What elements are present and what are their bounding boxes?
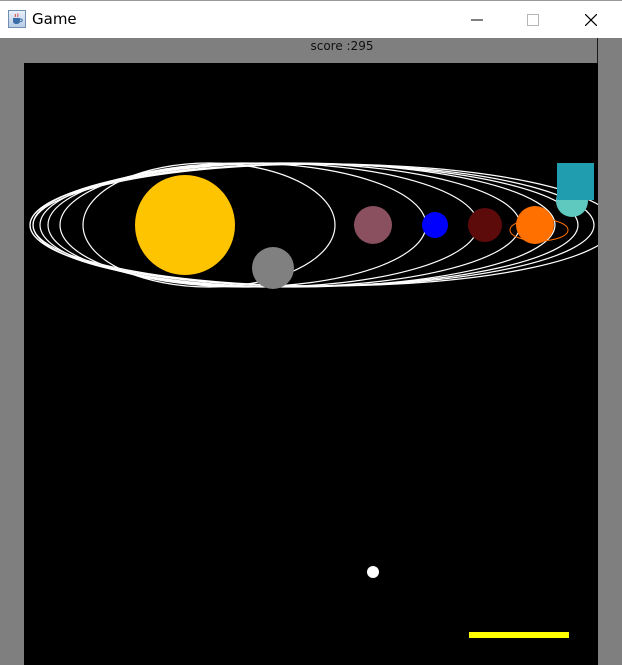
sun [135,175,235,275]
maximize-button[interactable] [510,1,556,38]
minimize-icon [471,19,483,21]
java-cup-icon [8,10,26,28]
window-title: Game [32,10,77,28]
ball [367,566,379,578]
gray-planet [252,247,294,289]
mauve-planet [354,206,392,244]
close-icon [585,14,597,26]
game-window: Game score :295 [0,0,622,665]
minimize-button[interactable] [454,1,500,38]
close-button[interactable] [568,1,614,38]
paddle[interactable] [469,632,569,638]
maximize-icon [527,14,539,26]
score-bar: score :295 [24,38,598,63]
dark-red-planet [468,208,502,242]
title-bar[interactable]: Game [0,0,622,38]
orange-planet [516,206,554,244]
target-block [557,163,594,200]
score-label: score :295 [310,39,374,53]
game-canvas[interactable] [24,63,598,665]
game-scene [29,162,598,638]
blue-planet [422,212,448,238]
